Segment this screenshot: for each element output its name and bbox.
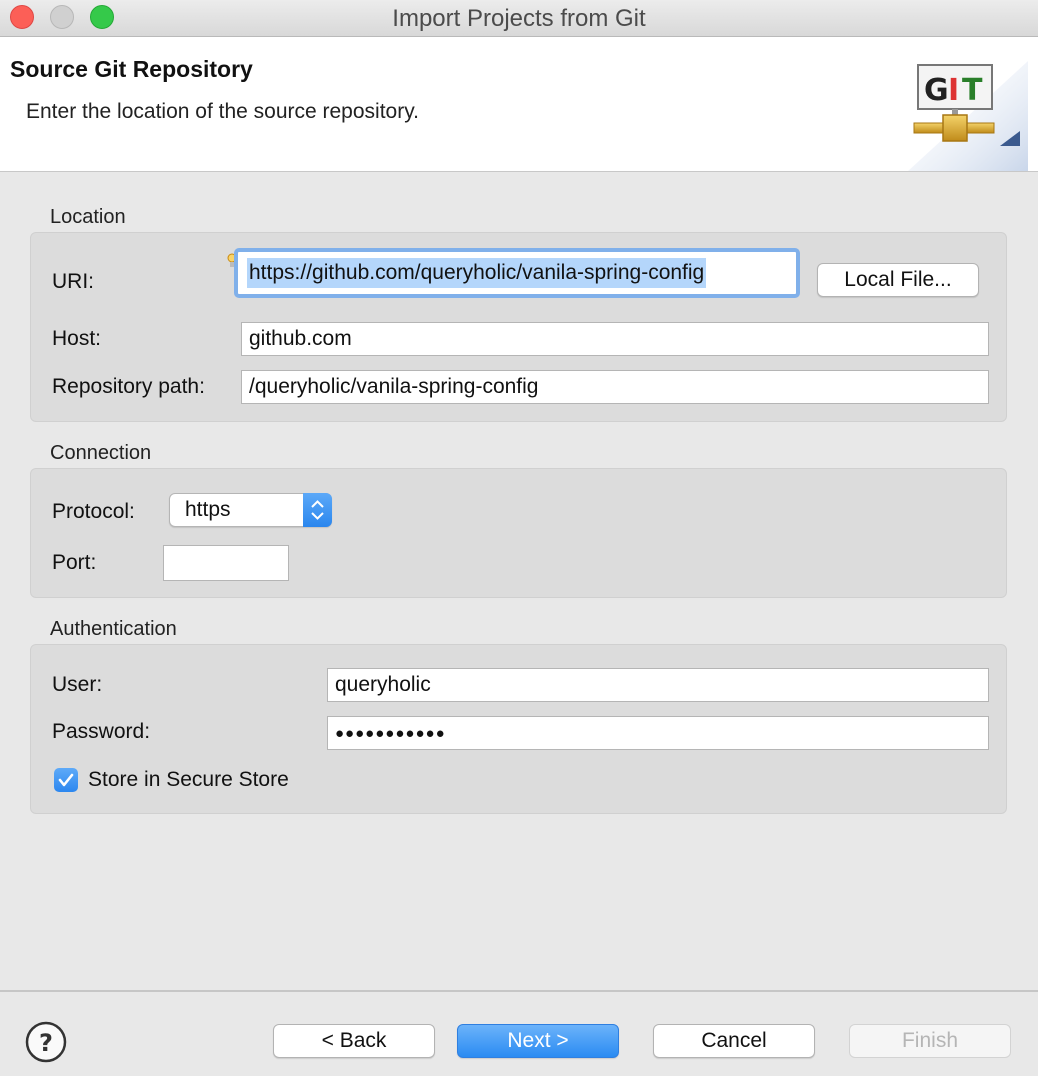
footer-divider [0,990,1038,992]
store-secure-checkbox[interactable] [54,768,78,792]
password-input[interactable]: ●●●●●●●●●●● [327,716,989,750]
uri-label: URI: [52,270,94,293]
location-group-label: Location [50,206,126,228]
user-input[interactable]: queryholic [327,668,989,702]
back-button[interactable]: < Back [273,1024,435,1058]
user-label: User: [52,673,103,696]
page-title: Source Git Repository [10,56,253,82]
chevron-updown-icon [303,493,332,527]
password-label: Password: [52,720,151,743]
repository-path-input[interactable]: /queryholic/vanila-spring-config [241,370,989,404]
local-file-button[interactable]: Local File... [817,263,979,297]
checkmark-icon [58,773,74,787]
page-description: Enter the location of the source reposit… [26,100,419,123]
wizard-header: Source Git Repository Enter the location… [0,37,1038,172]
port-label: Port: [52,551,97,574]
svg-text:G: G [924,73,949,108]
svg-text:?: ? [39,1029,53,1057]
port-input[interactable] [163,545,289,581]
repository-path-label: Repository path: [52,375,205,398]
window-title: Import Projects from Git [392,5,646,32]
window-titlebar: Import Projects from Git [0,0,1038,37]
cancel-button[interactable]: Cancel [653,1024,815,1058]
protocol-select[interactable]: https [169,493,332,527]
protocol-label: Protocol: [52,500,135,523]
store-secure-label[interactable]: Store in Secure Store [88,768,289,792]
authentication-group-label: Authentication [50,618,177,640]
next-button[interactable]: Next > [457,1024,619,1058]
git-logo-icon: G I T [908,61,1028,171]
connection-group-label: Connection [50,442,152,464]
svg-text:T: T [962,73,983,108]
svg-text:I: I [948,73,959,108]
host-input[interactable]: github.com [241,322,989,356]
host-label: Host: [52,327,102,350]
finish-button[interactable]: Finish [849,1024,1011,1058]
uri-input-value: https://github.com/queryholic/vanila-spr… [247,258,707,288]
help-icon[interactable]: ? [25,1021,67,1063]
protocol-select-value: https [185,498,231,521]
